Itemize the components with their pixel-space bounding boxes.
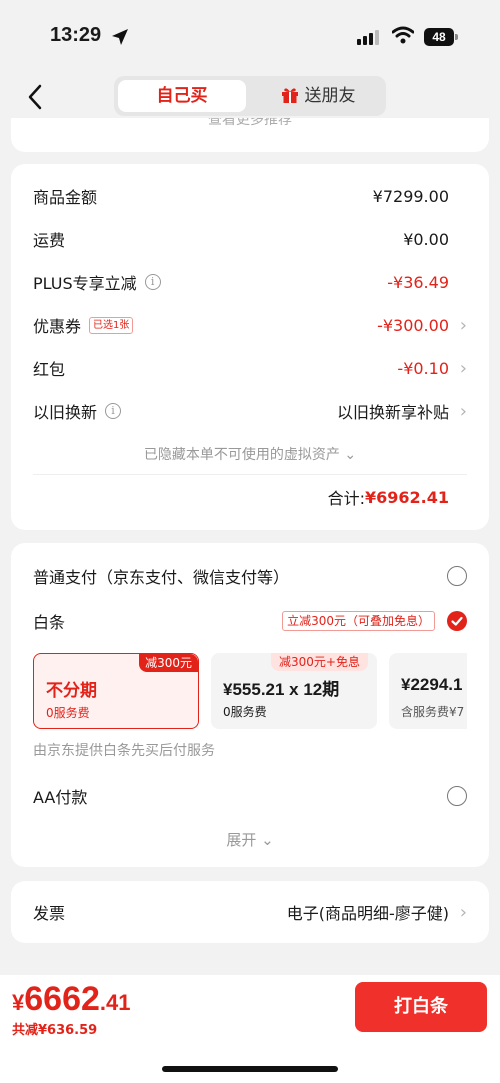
back-chevron-icon[interactable] <box>22 82 52 112</box>
chevron-down-icon: ⌄ <box>344 447 357 463</box>
plus-discount-value: -¥36.49 <box>387 272 449 292</box>
hidden-assets-text: 已隐藏本单不可使用的虚拟资产 <box>143 447 340 463</box>
recommendation-card: 查看更多推荐 <box>11 118 489 152</box>
plan-discount-badge: 减300元+免息 <box>271 653 368 671</box>
status-bar: 13:29 48 <box>0 0 500 70</box>
chevron-right-icon: › <box>459 400 467 422</box>
home-indicator <box>162 1066 338 1072</box>
total-value: ¥6962.41 <box>364 487 449 507</box>
more-recommendations-link[interactable]: 查看更多推荐 <box>11 118 489 129</box>
installment-plans: 减300元 不分期 0服务费 减300元+免息 ¥555.21 x 12期 0服… <box>33 653 467 733</box>
row-plus-discount: PLUS专享立减 i -¥36.49 <box>33 267 467 297</box>
info-icon[interactable]: i <box>105 403 122 419</box>
cellular-signal-icon <box>357 30 379 45</box>
wifi-icon <box>392 26 414 44</box>
row-coupon[interactable]: 优惠券 已选1张 -¥300.00 › <box>33 310 467 340</box>
battery-tip <box>455 34 458 40</box>
row-goods-amount: 商品金额 ¥7299.00 <box>33 181 467 211</box>
plan-fee: 0服务费 <box>46 706 90 720</box>
row-trade-in[interactable]: 以旧换新 i 以旧换新享补贴 › <box>33 396 467 426</box>
gift-icon <box>281 88 298 103</box>
plan-12-periods[interactable]: 减300元+免息 ¥555.21 x 12期 0服务费 <box>211 653 377 729</box>
plus-discount-label: PLUS专享立减 <box>33 274 137 293</box>
plan-title: 不分期 <box>46 681 97 700</box>
payment-method-card: 普通支付（京东支付、微信支付等） 白条 立减300元（可叠加免息） 减300元 … <box>11 543 489 867</box>
baitiao-radio-checked[interactable] <box>447 611 467 631</box>
baitiao-provider-note: 由京东提供白条先买后付服务 <box>33 735 467 765</box>
goods-amount-label: 商品金额 <box>33 188 98 207</box>
coupon-label: 优惠券 <box>33 317 82 336</box>
option-aa-pay[interactable]: AA付款 <box>33 781 467 811</box>
purchase-mode-switch: 自己买 送朋友 <box>114 76 386 116</box>
plan-3-periods[interactable]: ¥2294.1 含服务费¥7 <box>389 653 467 729</box>
payable-amount: ¥6662.41 <box>12 980 130 1019</box>
plan-discount-badge: 减300元 <box>139 654 198 672</box>
baitiao-label: 白条 <box>33 613 66 632</box>
option-baitiao[interactable]: 白条 立减300元（可叠加免息） <box>33 606 467 636</box>
battery-icon: 48 <box>424 28 454 46</box>
invoice-label: 发票 <box>33 904 66 923</box>
goods-amount-value: ¥7299.00 <box>372 186 449 206</box>
red-packet-label: 红包 <box>33 360 66 379</box>
checkout-bar: ¥6662.41 共减¥636.59 打白条 <box>0 975 500 1083</box>
chevron-down-icon: ⌄ <box>261 831 274 849</box>
currency-symbol: ¥ <box>12 990 25 1015</box>
coupon-value: -¥300.00 <box>377 315 449 335</box>
chevron-right-icon: › <box>459 901 467 923</box>
coupon-selected-tag: 已选1张 <box>89 316 134 334</box>
invoice-value: 电子(商品明细-廖子健) <box>286 904 449 923</box>
price-summary-card: 商品金额 ¥7299.00 运费 ¥0.00 PLUS专享立减 i -¥36.49… <box>11 164 489 530</box>
total-saved: 共减¥636.59 <box>12 1023 98 1038</box>
plan-title: ¥2294.1 <box>401 675 463 694</box>
row-total: 合计: ¥6962.41 <box>33 482 467 512</box>
chevron-right-icon: › <box>459 357 467 379</box>
checkmark-icon <box>451 616 463 626</box>
normal-pay-label: 普通支付（京东支付、微信支付等） <box>33 568 290 587</box>
plan-title: ¥555.21 x 12期 <box>223 680 340 699</box>
plan-fee: 含服务费¥7 <box>401 705 465 719</box>
provider-note-text: 由京东提供白条先买后付服务 <box>33 743 215 759</box>
plan-no-installment[interactable]: 减300元 不分期 0服务费 <box>33 653 199 729</box>
red-packet-value: -¥0.10 <box>397 358 449 378</box>
payable-integer: 6662 <box>24 980 100 1018</box>
row-shipping: 运费 ¥0.00 <box>33 224 467 254</box>
tab-gift-label: 送朋友 <box>304 86 356 106</box>
total-label: 合计: <box>327 489 365 508</box>
shipping-value: ¥0.00 <box>403 229 449 249</box>
tab-send-to-friend[interactable]: 送朋友 <box>254 80 382 112</box>
hidden-assets-toggle[interactable]: 已隐藏本单不可使用的虚拟资产 ⌄ <box>11 444 489 464</box>
shipping-label: 运费 <box>33 231 66 250</box>
chevron-right-icon: › <box>459 314 467 336</box>
info-icon[interactable]: i <box>144 274 161 290</box>
invoice-card[interactable]: 发票 电子(商品明细-廖子健) › <box>11 881 489 943</box>
aa-pay-label: AA付款 <box>33 788 88 807</box>
location-arrow-icon <box>112 29 128 45</box>
baitiao-promo-tag: 立减300元（可叠加免息） <box>282 611 435 631</box>
row-red-packet[interactable]: 红包 -¥0.10 › <box>33 353 467 383</box>
payable-decimal: .41 <box>99 990 131 1015</box>
row-invoice[interactable]: 发票 电子(商品明细-廖子健) › <box>33 897 467 927</box>
status-time: 13:29 <box>50 24 102 46</box>
plan-fee: 0服务费 <box>223 705 267 719</box>
pay-with-baitiao-button[interactable]: 打白条 <box>355 982 487 1032</box>
divider <box>33 474 467 475</box>
trade-in-label: 以旧换新 <box>33 403 98 422</box>
normal-pay-radio[interactable] <box>447 566 467 586</box>
aa-pay-radio[interactable] <box>447 786 467 806</box>
expand-label: 展开 <box>226 831 257 849</box>
nav-bar: 自己买 送朋友 <box>0 70 500 124</box>
option-normal-pay[interactable]: 普通支付（京东支付、微信支付等） <box>33 561 467 591</box>
trade-in-value: 以旧换新享补贴 <box>336 403 449 422</box>
tab-buy-for-self[interactable]: 自己买 <box>118 80 246 112</box>
expand-toggle[interactable]: 展开 ⌄ <box>11 829 489 850</box>
